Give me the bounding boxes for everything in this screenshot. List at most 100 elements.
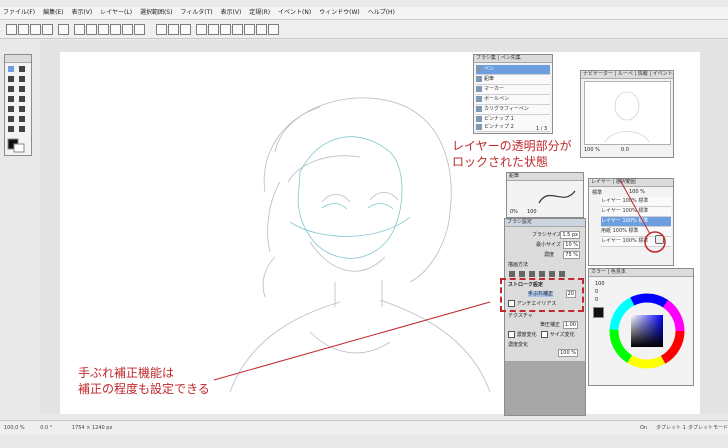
menu-item-event[interactable]: イベント(N) bbox=[275, 7, 314, 19]
size-pressure-label: サイズ変化 bbox=[549, 332, 575, 338]
pencil-icon bbox=[476, 75, 482, 82]
select-all-icon[interactable] bbox=[156, 24, 167, 35]
lock-transparency-icon[interactable] bbox=[655, 235, 664, 244]
navigator-zoom[interactable]: 100 % bbox=[584, 147, 600, 153]
annotation-layer-lock: レイヤーの透明部分が ロックされた状態 bbox=[452, 138, 572, 170]
current-color-swatch[interactable] bbox=[593, 307, 604, 318]
save-icon[interactable] bbox=[30, 24, 41, 35]
density-change-header: 濃度変化 bbox=[508, 342, 529, 348]
min-size-label: 最小サイズ bbox=[536, 242, 561, 248]
brush-settings-header: ブラシ設定 bbox=[505, 219, 585, 227]
zoom-in-icon[interactable] bbox=[196, 24, 207, 35]
navigator-angle[interactable]: 0.0 bbox=[621, 147, 629, 153]
menu-item-layer[interactable]: レイヤー(L) bbox=[97, 7, 135, 19]
annotation-stabilizer-line1: 手ぶれ補正機能は bbox=[78, 366, 175, 380]
brush-item-ballpen[interactable]: ボールペン bbox=[476, 95, 550, 105]
navigator-preview[interactable] bbox=[584, 81, 671, 145]
brush-settings-empty-area bbox=[505, 361, 585, 415]
brush-size-value[interactable]: 1.5 px bbox=[560, 231, 580, 239]
min-size-value[interactable]: 10 % bbox=[563, 241, 580, 249]
menu-item-help[interactable]: ヘルプ(H) bbox=[365, 7, 398, 19]
layer-panel-tabs[interactable]: レイヤー | 選択範囲 bbox=[589, 179, 673, 187]
size-pressure-checkbox[interactable] bbox=[541, 331, 549, 338]
pressure-correction-value[interactable]: 1.00 bbox=[562, 321, 578, 329]
color-wheel[interactable] bbox=[609, 293, 689, 373]
annotation-stabilizer-line2: 補正の程度も設定できる bbox=[78, 382, 210, 396]
clear-icon[interactable] bbox=[98, 24, 109, 35]
min-size-row[interactable]: 最小サイズ 10 % bbox=[508, 241, 580, 249]
rotate-right-icon[interactable] bbox=[244, 24, 255, 35]
brush-preview-tab[interactable]: 鉛筆 bbox=[507, 173, 583, 181]
tool-palette bbox=[4, 54, 32, 156]
menu-item-filter[interactable]: フィルタ(T) bbox=[177, 7, 215, 19]
pen-icon bbox=[476, 65, 482, 72]
fill-icon[interactable] bbox=[110, 24, 121, 35]
zoom-out-icon[interactable] bbox=[208, 24, 219, 35]
brush-preview-size: 0% bbox=[510, 209, 518, 215]
tool-icons-grid[interactable] bbox=[5, 63, 31, 155]
annotation-layer-lock-line2: ロックされた状態 bbox=[452, 155, 549, 169]
brush-item-pen[interactable]: ペン bbox=[476, 65, 550, 75]
rotate-reset-icon[interactable] bbox=[256, 24, 267, 35]
annotation-layer-lock-line1: レイヤーの透明部分が bbox=[452, 139, 572, 153]
color-s-value[interactable]: 0 bbox=[595, 289, 598, 295]
layer-blend-mode[interactable]: 標準 bbox=[592, 189, 602, 196]
status-canvas-size: 1754 × 1240 px bbox=[71, 425, 113, 431]
density-pressure-label: 濃度変化 bbox=[516, 332, 537, 338]
brush-item-calligraphy[interactable]: カリグラフィーペン bbox=[476, 105, 550, 115]
layer-opacity[interactable]: 100 % bbox=[629, 189, 645, 195]
toolbar bbox=[0, 20, 728, 39]
zoom-reset-icon[interactable] bbox=[220, 24, 231, 35]
menu-item-ruler[interactable]: 定規(R) bbox=[246, 7, 273, 19]
status-tablet-name: タブレット 1 bbox=[656, 425, 686, 431]
density-label: 濃度 bbox=[544, 252, 555, 258]
menu-item-edit[interactable]: 編集(E) bbox=[40, 7, 66, 19]
pressure-correction-label: 筆圧補正 bbox=[540, 322, 561, 328]
calligraphy-icon bbox=[476, 105, 482, 112]
menu-item-display[interactable]: 表示(V) bbox=[218, 7, 245, 19]
menu-item-window[interactable]: ウィンドウ(W) bbox=[316, 7, 363, 19]
color-h-value[interactable]: 100 bbox=[595, 281, 605, 287]
copy-icon[interactable] bbox=[74, 24, 85, 35]
color-panel: カラー | 色見本 100 0 0 bbox=[588, 268, 694, 386]
print-icon[interactable] bbox=[58, 24, 69, 35]
density-row[interactable]: 濃度 75 % bbox=[508, 251, 580, 259]
brush-panel-tabs[interactable]: ブラシ集 | ペン先集 bbox=[474, 55, 552, 63]
rotate-left-icon[interactable] bbox=[232, 24, 243, 35]
navigator-panel: ナビゲーター | ルーペ | 情報 | イベント 100 % 0.0 bbox=[580, 70, 674, 158]
density-change-row[interactable]: 100 % bbox=[508, 349, 580, 357]
brush-stroke-preview bbox=[538, 190, 576, 204]
invert-selection-icon[interactable] bbox=[180, 24, 191, 35]
brush-panel: ブラシ集 | ペン先集 ペン 鉛筆 マーカー ボールペン カリグラフィーペン ピ… bbox=[473, 54, 553, 134]
brush-size-row[interactable]: ブラシサイズ 1.5 px bbox=[508, 231, 580, 239]
brush-item-pencil[interactable]: 鉛筆 bbox=[476, 75, 550, 85]
status-tablet-state: On bbox=[640, 425, 648, 431]
menu-item-file[interactable]: ファイル(F) bbox=[0, 7, 38, 19]
menu-item-view[interactable]: 表示(V) bbox=[68, 7, 95, 19]
brush-settings-panel: ブラシ設定 ブラシサイズ 1.5 px 最小サイズ 10 % 濃度 75 % 描… bbox=[504, 218, 586, 416]
paste-icon[interactable] bbox=[86, 24, 97, 35]
navigator-tabs[interactable]: ナビゲーター | ルーペ | 情報 | イベント bbox=[581, 71, 673, 79]
stabilizer-highlight bbox=[500, 278, 584, 312]
layer-row[interactable]: レイヤー 100% 標準 bbox=[601, 197, 671, 207]
density-pressure-checkbox[interactable] bbox=[508, 331, 515, 338]
transform-icon[interactable] bbox=[122, 24, 133, 35]
density-value[interactable]: 75 % bbox=[563, 251, 580, 259]
layer-row[interactable]: レイヤー 100% 標準 bbox=[601, 207, 671, 217]
menu-item-selection[interactable]: 選択範囲(S) bbox=[137, 7, 176, 19]
flip-icon[interactable] bbox=[268, 24, 279, 35]
open-file-icon[interactable] bbox=[18, 24, 29, 35]
status-tablet-mode: タブレットモード bbox=[688, 425, 728, 431]
new-file-icon[interactable] bbox=[6, 24, 17, 35]
deselect-icon[interactable] bbox=[168, 24, 179, 35]
scale-icon[interactable] bbox=[134, 24, 145, 35]
pressure-options-row[interactable]: 濃度変化 サイズ変化 bbox=[508, 331, 575, 338]
layer-row-selected[interactable]: レイヤー 100% 標準 bbox=[601, 217, 671, 227]
brush-item-marker[interactable]: マーカー bbox=[476, 85, 550, 95]
density-change-value[interactable]: 100 % bbox=[558, 349, 578, 357]
color-v-value[interactable]: 0 bbox=[595, 297, 598, 303]
save-as-icon[interactable] bbox=[42, 24, 53, 35]
color-panel-tabs[interactable]: カラー | 色見本 bbox=[589, 269, 693, 277]
marker-icon bbox=[476, 85, 482, 92]
pressure-correction-row[interactable]: 筆圧補正 1.00 bbox=[508, 321, 580, 329]
